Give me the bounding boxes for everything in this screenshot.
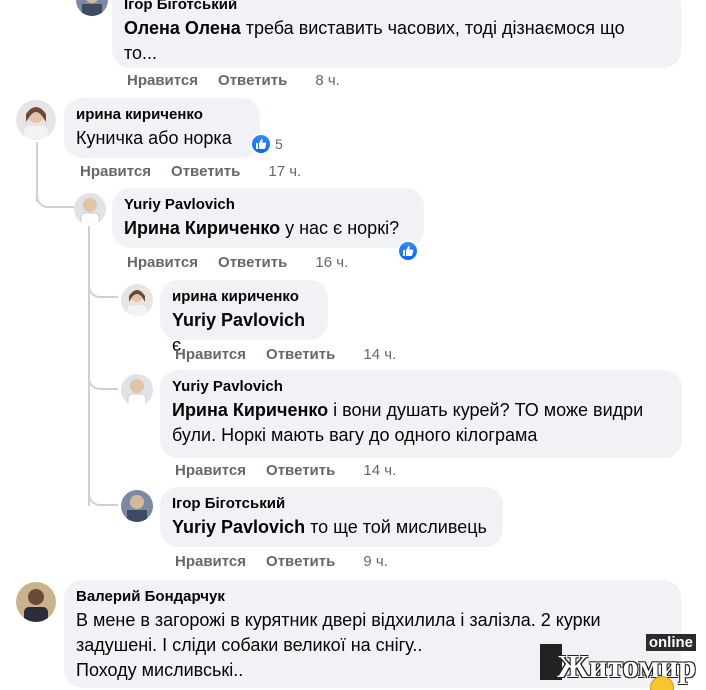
comment-text-line1: В мене в загорожі в курятник двері відхи… [76, 610, 601, 630]
comment-text-body: то ще той мисливець [305, 517, 487, 537]
like-button[interactable]: Нравится [127, 254, 198, 271]
comment-text-body: у нас є норкі? [280, 218, 400, 238]
reply-button[interactable]: Ответить [266, 553, 335, 570]
comment-time[interactable]: 17 ч. [268, 163, 301, 180]
reaction-count: 5 [275, 136, 283, 152]
avatar[interactable] [121, 374, 153, 406]
like-button[interactable]: Нравится [175, 553, 246, 570]
thread-connector [88, 470, 118, 506]
comment-text: Ирина Кириченко у нас є норкі? [124, 216, 412, 241]
comment-text: Куничка або норка [76, 128, 232, 148]
comment-text-line2: задушені. І сліди собаки великої на сніг… [76, 635, 423, 655]
comment-time[interactable]: 8 ч. [315, 72, 340, 89]
like-button[interactable]: Нравится [175, 346, 246, 363]
comment-author[interactable]: Yuriy Pavlovich [124, 196, 412, 214]
avatar-photo [16, 100, 56, 140]
avatar[interactable] [74, 193, 106, 225]
thread-connector [36, 170, 74, 208]
comment-text-line2: були. Норкі мають вагу до одного кілогра… [172, 425, 538, 445]
comment-actions: Нравится Ответить 14 ч. [175, 346, 416, 363]
comment-time[interactable]: 14 ч. [363, 462, 396, 479]
comment-text-line3: Походу мисливські.. [76, 660, 244, 680]
avatar[interactable] [121, 490, 153, 522]
avatar-photo [121, 490, 153, 522]
comment-author[interactable]: Ігор Біготський [172, 495, 491, 513]
thread-connector [88, 262, 118, 298]
comment-time[interactable]: 9 ч. [363, 553, 388, 570]
comment-author[interactable]: Yuriy Pavlovich [172, 378, 670, 396]
comment-actions: Нравится Ответить 14 ч. [175, 462, 416, 479]
mention-link[interactable]: Yuriy Pavlovich [172, 310, 305, 330]
avatar-photo [16, 582, 56, 622]
comment-text: Yuriy Pavlovich то ще той мисливець [172, 515, 491, 540]
reaction-summary[interactable] [397, 240, 419, 262]
comment-bubble: Yuriy Pavlovich Ирина Кириченко і вони д… [160, 370, 682, 458]
comment-bubble: Ігор Біготський Олена Олена треба вистав… [112, 0, 681, 68]
like-button[interactable]: Нравится [175, 462, 246, 479]
comment-bubble: Yuriy Pavlovich Ирина Кириченко у нас є … [112, 188, 424, 248]
reply-button[interactable]: Ответить [266, 462, 335, 479]
avatar-photo [121, 284, 153, 316]
mention-link[interactable]: Олена Олена [124, 18, 241, 38]
avatar[interactable] [76, 0, 108, 16]
comment-text-line1: і вони душать курей? ТО може видри [328, 400, 644, 420]
comment-bubble: ирина кириченко Yuriy Pavlovich є [160, 280, 328, 355]
reaction-summary[interactable]: 5 [250, 133, 283, 155]
comment-author[interactable]: ирина кириченко [172, 288, 316, 306]
reply-button[interactable]: Ответить [218, 72, 287, 89]
comment-author[interactable]: ирина кириченко [76, 106, 248, 124]
comment-actions: Нравится Ответить 16 ч. [127, 254, 368, 271]
comment-time[interactable]: 14 ч. [363, 346, 396, 363]
reply-button[interactable]: Ответить [266, 346, 335, 363]
mention-link[interactable]: Yuriy Pavlovich [172, 517, 305, 537]
avatar[interactable] [16, 582, 56, 622]
comment-author[interactable]: Ігор Біготський [124, 0, 669, 14]
comment-actions: Нравится Ответить 17 ч. [80, 163, 321, 180]
comment-text: Ирина Кириченко і вони душать курей? ТО … [172, 398, 670, 448]
mention-link[interactable]: Ирина Кириченко [172, 400, 328, 420]
watermark-title: Житомир [557, 648, 696, 684]
avatar-photo [76, 0, 108, 16]
comment-text-line2: то... [124, 43, 158, 63]
like-button[interactable]: Нравится [127, 72, 198, 89]
avatar[interactable] [16, 100, 56, 140]
reply-button[interactable]: Ответить [171, 163, 240, 180]
comment-bubble: Ігор Біготський Yuriy Pavlovich то ще то… [160, 487, 503, 547]
comment-author[interactable]: Валерий Бондарчук [76, 588, 669, 606]
comment-actions: Нравится Ответить 8 ч. [127, 72, 360, 89]
comment-time[interactable]: 16 ч. [315, 254, 348, 271]
comment-text: Олена Олена треба виставить часових, тод… [124, 16, 669, 66]
avatar-photo [74, 193, 106, 225]
comment-text-line1: треба виставить часових, тоді дізнаємося… [240, 18, 625, 38]
avatar[interactable] [121, 284, 153, 316]
mention-link[interactable]: Ирина Кириченко [124, 218, 280, 238]
comment-bubble: ирина кириченко Куничка або норка [64, 98, 260, 158]
avatar-photo [121, 374, 153, 406]
reply-button[interactable]: Ответить [218, 254, 287, 271]
comment-actions: Нравится Ответить 9 ч. [175, 553, 408, 570]
like-button[interactable]: Нравится [80, 163, 151, 180]
like-reaction-icon [397, 240, 419, 262]
thread-connector [88, 354, 118, 390]
like-reaction-icon [250, 133, 272, 155]
site-watermark: online Житомир [540, 634, 700, 684]
